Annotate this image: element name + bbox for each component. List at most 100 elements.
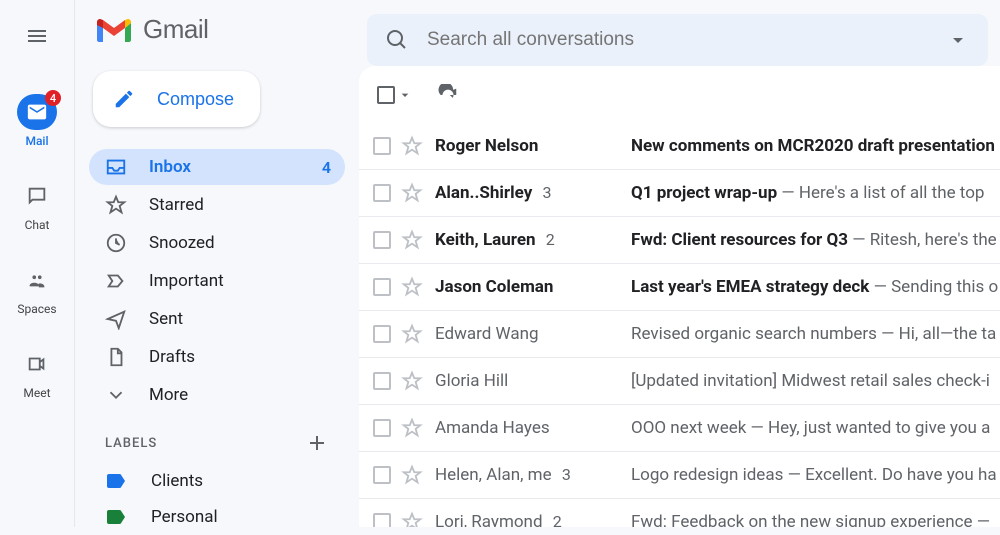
nav-drafts[interactable]: Drafts — [89, 339, 345, 375]
message-row[interactable]: Jason ColemanLast year's EMEA strategy d… — [359, 263, 1000, 310]
search-bar[interactable] — [367, 14, 988, 66]
message-checkbox[interactable] — [373, 325, 391, 343]
message-snippet: — Excellent. Do have you ha — [783, 465, 996, 485]
message-subject-line: Fwd: Feedback on the new signup experien… — [631, 512, 1000, 527]
message-snippet: — Hi, all—the ta — [877, 324, 996, 344]
meet-icon — [26, 353, 48, 375]
star-icon[interactable] — [401, 229, 423, 251]
folder-nav: Inbox 4 Starred Snoozed Important Sent — [89, 149, 345, 413]
clock-icon — [105, 232, 127, 254]
message-row[interactable]: Amanda HayesOOO next week — Hey, just wa… — [359, 404, 1000, 451]
message-checkbox[interactable] — [373, 231, 391, 249]
message-checkbox[interactable] — [373, 184, 391, 202]
menu-icon[interactable] — [25, 24, 49, 48]
message-subject: OOO next week — [631, 418, 746, 438]
star-icon[interactable] — [401, 135, 423, 157]
message-checkbox[interactable] — [373, 137, 391, 155]
nav-inbox-count: 4 — [322, 158, 331, 177]
labels-header: LABELS — [89, 413, 345, 463]
message-subject-line: Last year's EMEA strategy deck — Sending… — [631, 277, 1000, 297]
rail-spaces[interactable]: Spaces — [0, 262, 74, 316]
star-icon — [105, 194, 127, 216]
mail-badge: 4 — [45, 90, 61, 106]
message-subject: Fwd: Feedback on the new signup experien… — [631, 512, 973, 527]
message-checkbox[interactable] — [373, 419, 391, 437]
search-icon — [385, 28, 409, 52]
nav-snoozed-label: Snoozed — [149, 233, 215, 253]
message-checkbox[interactable] — [373, 513, 391, 527]
star-icon[interactable] — [401, 464, 423, 486]
message-row[interactable]: Gloria Hill[Updated invitation] Midwest … — [359, 357, 1000, 404]
label-clients-color — [107, 474, 125, 488]
message-subject: New comments on MCR2020 draft presentati… — [631, 136, 995, 156]
message-checkbox[interactable] — [373, 466, 391, 484]
message-checkbox[interactable] — [373, 278, 391, 296]
important-icon — [105, 270, 127, 292]
message-sender: Amanda Hayes — [435, 418, 631, 438]
gmail-logo-icon — [95, 16, 133, 44]
message-list: Roger NelsonNew comments on MCR2020 draf… — [359, 66, 1000, 527]
message-subject: Last year's EMEA strategy deck — [631, 277, 869, 297]
message-checkbox[interactable] — [373, 372, 391, 390]
star-icon[interactable] — [401, 370, 423, 392]
star-icon[interactable] — [401, 511, 423, 527]
select-all[interactable] — [377, 86, 413, 104]
message-sender: Helen, Alan, me 3 — [435, 465, 631, 485]
nav-starred[interactable]: Starred — [89, 187, 345, 223]
nav-sent[interactable]: Sent — [89, 301, 345, 337]
star-icon[interactable] — [401, 276, 423, 298]
refresh-icon[interactable] — [437, 84, 459, 106]
thread-count: 3 — [542, 183, 551, 202]
message-subject-line: New comments on MCR2020 draft presentati… — [631, 136, 1000, 156]
message-snippet: — Ritesh, here's the — [848, 230, 997, 250]
nav-more-label: More — [149, 385, 188, 405]
select-all-checkbox[interactable] — [377, 86, 395, 104]
labels-header-text: LABELS — [105, 436, 157, 451]
message-row[interactable]: Keith, Lauren 2Fwd: Client resources for… — [359, 216, 1000, 263]
thread-count: 2 — [546, 230, 555, 249]
sidebar: Gmail Compose Inbox 4 Starred Snoozed Im — [75, 0, 355, 527]
message-snippet: — Hey, just wanted to give you a — [746, 418, 990, 438]
spaces-icon — [26, 269, 48, 291]
compose-label: Compose — [157, 89, 234, 110]
message-sender: Lori, Raymond 2 — [435, 512, 631, 527]
star-icon[interactable] — [401, 417, 423, 439]
rail-meet-label: Meet — [23, 386, 50, 400]
message-row[interactable]: Lori, Raymond 2Fwd: Feedback on the new … — [359, 498, 1000, 527]
message-row[interactable]: Roger NelsonNew comments on MCR2020 draf… — [359, 122, 1000, 169]
nav-starred-label: Starred — [149, 195, 204, 215]
message-sender: Gloria Hill — [435, 371, 631, 391]
app-rail: 4 Mail Chat Spaces Meet — [0, 0, 75, 527]
message-snippet: — — [973, 512, 991, 527]
rail-meet[interactable]: Meet — [0, 346, 74, 400]
rail-chat[interactable]: Chat — [0, 178, 74, 232]
nav-important[interactable]: Important — [89, 263, 345, 299]
rail-mail[interactable]: 4 Mail — [0, 94, 74, 148]
message-row[interactable]: Helen, Alan, me 3Logo redesign ideas — E… — [359, 451, 1000, 498]
list-toolbar — [359, 66, 1000, 122]
nav-more[interactable]: More — [89, 377, 345, 413]
search-input[interactable] — [427, 29, 936, 51]
label-personal[interactable]: Personal — [89, 499, 345, 535]
star-icon[interactable] — [401, 323, 423, 345]
nav-sent-label: Sent — [149, 309, 183, 329]
label-clients[interactable]: Clients — [89, 463, 345, 499]
add-label-icon[interactable] — [305, 431, 329, 455]
search-options-icon[interactable] — [946, 28, 970, 52]
product-logo[interactable]: Gmail — [89, 14, 345, 45]
rail-spaces-label: Spaces — [17, 302, 56, 316]
drafts-icon — [105, 346, 127, 368]
star-icon[interactable] — [401, 182, 423, 204]
nav-snoozed[interactable]: Snoozed — [89, 225, 345, 261]
message-sender: Alan..Shirley 3 — [435, 183, 631, 203]
message-row[interactable]: Edward WangRevised organic search number… — [359, 310, 1000, 357]
nav-inbox[interactable]: Inbox 4 — [89, 149, 345, 185]
nav-inbox-label: Inbox — [149, 157, 191, 177]
message-row[interactable]: Alan..Shirley 3Q1 project wrap-up — Here… — [359, 169, 1000, 216]
message-snippet: — Here's a list of all the top — [777, 183, 984, 203]
message-subject-line: Revised organic search numbers — Hi, all… — [631, 324, 1000, 344]
select-all-dropdown-icon[interactable] — [397, 87, 413, 103]
sent-icon — [105, 308, 127, 330]
compose-button[interactable]: Compose — [93, 71, 260, 127]
label-clients-name: Clients — [151, 471, 203, 491]
